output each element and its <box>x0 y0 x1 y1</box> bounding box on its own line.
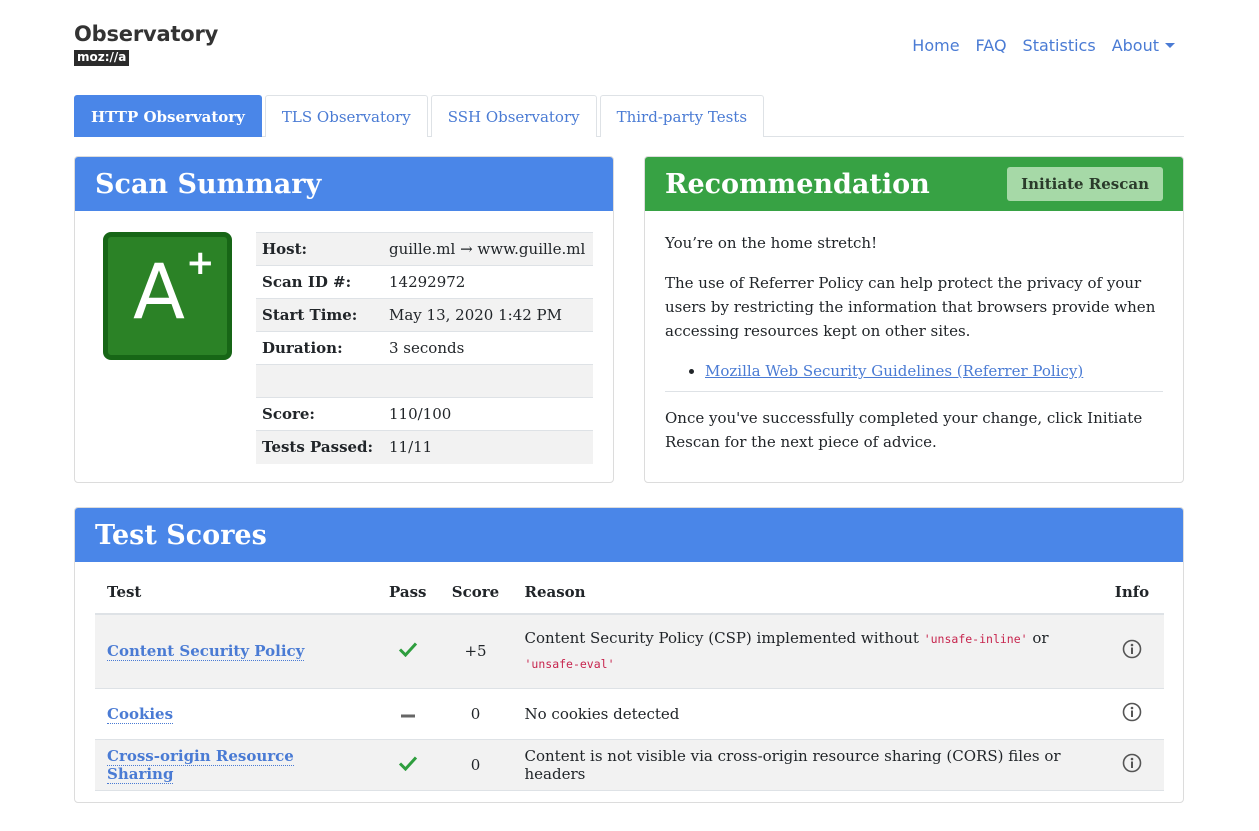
info-cell <box>1100 739 1164 791</box>
referrer-policy-guidelines-link[interactable]: Mozilla Web Security Guidelines (Referre… <box>705 362 1083 380</box>
pass-cell <box>377 614 439 689</box>
summary-key: Start Time: <box>256 298 383 332</box>
summary-value: guille.ml → www.guille.ml <box>383 232 593 266</box>
scan-summary-title: Scan Summary <box>75 157 613 211</box>
logo-title: Observatory <box>74 22 219 46</box>
test-name-cell: Cookies <box>95 688 377 740</box>
recommendation-header: Recommendation Initiate Rescan <box>645 157 1183 211</box>
grade-letter: A <box>133 247 185 336</box>
tab-http-observatory[interactable]: HTTP Observatory <box>74 95 262 137</box>
pass-cell <box>377 688 439 740</box>
recommendation-footer: Once you've successfully completed your … <box>665 409 1143 451</box>
test-link-cookies[interactable]: Cookies <box>107 704 174 724</box>
summary-value <box>383 364 593 398</box>
reason-code-unsafe-eval: 'unsafe-eval' <box>524 657 615 672</box>
recommendation-title: Recommendation <box>665 168 930 200</box>
summary-row-scan-id: Scan ID #: 14292972 <box>256 265 593 299</box>
column-header-score: Score <box>438 571 513 615</box>
check-icon <box>398 755 417 771</box>
info-cell <box>1100 614 1164 689</box>
observatory-logo[interactable]: Observatory moz://a <box>74 22 218 66</box>
test-scores-card: Test Scores Test Pass Score Reason Info … <box>74 507 1184 803</box>
summary-row-duration: Duration: 3 seconds <box>256 331 593 365</box>
recommendation-links: Mozilla Web Security Guidelines (Referre… <box>705 359 1163 383</box>
tab-third-party-tests[interactable]: Third-party Tests <box>599 95 765 137</box>
summary-row-host: Host: guille.ml → www.guille.ml <box>256 232 593 266</box>
test-link-csp[interactable]: Content Security Policy <box>107 642 305 662</box>
table-row: Cross-origin Resource Sharing 0 Content … <box>95 739 1164 791</box>
column-header-info: Info <box>1100 571 1164 615</box>
reason-text: Content is not visible via cross-origin … <box>524 746 1061 783</box>
summary-key: Duration: <box>256 331 383 365</box>
summary-key: Tests Passed: <box>256 430 383 464</box>
grade-modifier: + <box>186 243 215 283</box>
score-cell: 0 <box>438 739 513 791</box>
divider <box>665 391 1163 392</box>
column-header-pass: Pass <box>377 571 439 615</box>
column-header-test: Test <box>95 571 377 615</box>
recommendation-text: The use of Referrer Policy can help prot… <box>665 274 1156 340</box>
scan-summary-card: Scan Summary A + Host: guille.ml → www.gu… <box>74 156 614 483</box>
recommendation-body: You’re on the home stretch! The use of R… <box>645 211 1183 454</box>
reason-conjunction: or <box>1027 629 1049 648</box>
summary-key: Score: <box>256 397 383 431</box>
summary-row-score: Score: 110/100 <box>256 397 593 431</box>
summary-value: May 13, 2020 1:42 PM <box>383 298 593 332</box>
reason-text: Content Security Policy (CSP) implemente… <box>524 629 924 648</box>
summary-row-tests-passed: Tests Passed: 11/11 <box>256 430 593 464</box>
grade-badge: A + <box>103 232 232 360</box>
list-item: Mozilla Web Security Guidelines (Referre… <box>705 359 1163 383</box>
summary-row-start-time: Start Time: May 13, 2020 1:42 PM <box>256 298 593 332</box>
column-header-reason: Reason <box>512 571 1100 615</box>
top-nav: Home FAQ Statistics About <box>912 36 1175 55</box>
recommendation-intro: You’re on the home stretch! <box>665 234 878 252</box>
test-scores-title: Test Scores <box>75 508 1183 562</box>
tab-ssh-observatory[interactable]: SSH Observatory <box>430 95 597 137</box>
table-row: Cookies 0 No cookies detected <box>95 688 1164 740</box>
test-name-cell: Content Security Policy <box>95 614 377 689</box>
summary-value: 11/11 <box>383 430 593 464</box>
caret-down-icon <box>1165 43 1175 48</box>
dash-icon <box>400 714 415 717</box>
info-icon[interactable] <box>1122 639 1142 659</box>
table-header-row: Test Pass Score Reason Info <box>95 571 1164 615</box>
check-icon <box>398 642 417 658</box>
tab-tls-observatory[interactable]: TLS Observatory <box>264 95 428 137</box>
nav-about[interactable]: About <box>1112 36 1175 55</box>
test-link-cors[interactable]: Cross-origin Resource Sharing <box>107 746 294 784</box>
recommendation-card: Recommendation Initiate Rescan You’re on… <box>644 156 1184 483</box>
info-icon[interactable] <box>1122 753 1142 773</box>
summary-value: 3 seconds <box>383 331 593 365</box>
reason-cell: Content is not visible via cross-origin … <box>512 739 1100 791</box>
table-row: Content Security Policy +5 Content Secur… <box>95 614 1164 689</box>
summary-key: Scan ID #: <box>256 265 383 299</box>
score-cell: +5 <box>438 614 513 689</box>
summary-row-empty <box>256 364 593 398</box>
reason-cell: No cookies detected <box>512 688 1100 740</box>
score-cell: 0 <box>438 688 513 740</box>
nav-home[interactable]: Home <box>912 36 959 55</box>
summary-value: 14292972 <box>383 265 593 299</box>
info-icon[interactable] <box>1122 702 1142 722</box>
nav-faq[interactable]: FAQ <box>976 36 1007 55</box>
reason-cell: Content Security Policy (CSP) implemente… <box>512 614 1100 689</box>
scan-summary-table: Host: guille.ml → www.guille.ml Scan ID #… <box>256 232 593 464</box>
observatory-tabs: HTTP Observatory TLS Observatory SSH Obs… <box>74 95 1184 137</box>
summary-value: 110/100 <box>383 397 593 431</box>
test-scores-table: Test Pass Score Reason Info Content Secu… <box>95 571 1164 791</box>
summary-key: Host: <box>256 232 383 266</box>
mozilla-badge: moz://a <box>74 50 130 66</box>
nav-statistics[interactable]: Statistics <box>1023 36 1096 55</box>
reason-code-unsafe-inline: 'unsafe-inline' <box>923 632 1028 647</box>
test-name-cell: Cross-origin Resource Sharing <box>95 739 377 791</box>
reason-text: No cookies detected <box>524 704 680 723</box>
pass-cell <box>377 739 439 791</box>
info-cell <box>1100 688 1164 740</box>
summary-key <box>256 364 383 398</box>
initiate-rescan-button[interactable]: Initiate Rescan <box>1007 167 1163 201</box>
nav-about-label: About <box>1111 36 1159 55</box>
